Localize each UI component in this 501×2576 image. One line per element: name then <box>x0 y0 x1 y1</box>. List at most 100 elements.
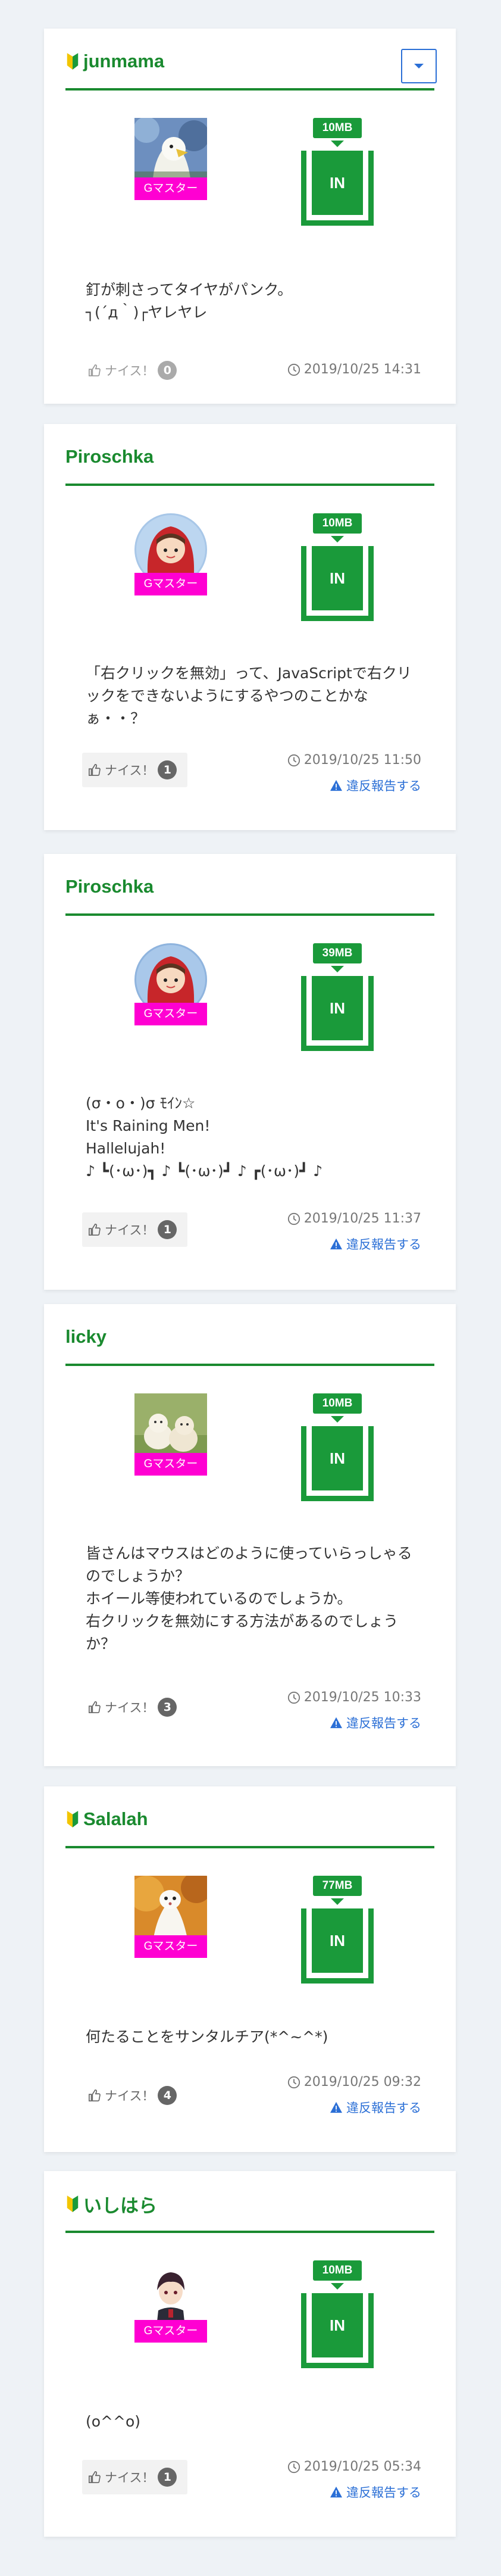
arrow-down-icon <box>331 141 344 147</box>
user-name[interactable]: Piroschka <box>65 876 154 897</box>
post-message: (o^^o) <box>86 2413 140 2430</box>
warning-icon <box>330 2486 342 2498</box>
warning-icon <box>330 779 342 791</box>
user-name[interactable]: いしはら <box>83 2191 157 2218</box>
timestamp: 2019/10/25 14:31 <box>287 362 421 377</box>
avatar[interactable]: Gマスター <box>134 943 207 1025</box>
post-message: 釘が刺さってタイヤがパンク。 ┐(´д｀)┌ヤレヤレ <box>86 281 293 321</box>
nice-button[interactable]: ナイス！ 1 <box>82 2460 188 2494</box>
download-tray-icon: IN <box>301 976 374 1051</box>
nice-label: ナイス！ <box>105 364 155 378</box>
timestamp: 2019/10/25 05:34 <box>287 2459 421 2474</box>
download-tray-icon: IN <box>301 2293 374 2368</box>
nice-count: 0 <box>158 361 177 380</box>
avatar[interactable]: Gマスター <box>134 118 207 200</box>
file-size: 10MB <box>313 2260 362 2281</box>
file-size: 10MB <box>313 513 362 534</box>
user-name[interactable]: junmama <box>83 51 164 72</box>
nice-button[interactable]: ナイス！ 4 <box>82 2078 187 2113</box>
warning-icon <box>330 1238 342 1250</box>
nice-label: ナイス！ <box>105 2089 155 2103</box>
clock-icon <box>287 363 300 376</box>
post-message: 「右クリックを無効」って、JavaScriptで右クリックをできないようにするや… <box>86 665 412 727</box>
download-widget[interactable]: 10MB IN <box>301 2260 374 2368</box>
download-widget[interactable]: 10MB IN <box>301 513 374 621</box>
divider <box>65 484 434 486</box>
report-link[interactable]: 違反報告する <box>330 2483 421 2501</box>
report-label: 違反報告する <box>346 779 421 793</box>
download-widget[interactable]: 10MB IN <box>301 118 374 226</box>
file-size: 10MB <box>313 118 362 138</box>
report-link[interactable]: 違反報告する <box>330 1235 421 1253</box>
warning-icon <box>330 1717 342 1729</box>
post-menu-button[interactable] <box>401 49 437 83</box>
avatar[interactable]: Gマスター <box>134 1393 207 1476</box>
timestamp: 2019/10/25 10:33 <box>287 1690 421 1705</box>
nice-button[interactable]: ナイス！ 0 <box>82 353 187 388</box>
arrow-down-icon <box>331 1898 344 1905</box>
nice-button[interactable]: ナイス！ 1 <box>82 753 188 787</box>
report-label: 違反報告する <box>346 1237 421 1252</box>
post-header: Piroschka <box>65 442 154 472</box>
post-header: junmama <box>65 46 164 76</box>
in-button[interactable]: IN <box>312 1426 363 1490</box>
divider <box>65 1846 434 1848</box>
user-name[interactable]: Piroschka <box>65 446 154 467</box>
post-card: Salalah Gマスター 77MB IN 何たることをサンタルチア(*^~^*… <box>44 1786 456 2152</box>
clock-icon <box>287 754 300 766</box>
download-widget[interactable]: 39MB IN <box>301 943 374 1051</box>
in-button[interactable]: IN <box>312 976 363 1040</box>
arrow-down-icon <box>331 966 344 972</box>
nice-count: 1 <box>158 1220 177 1239</box>
thumbs-up-icon <box>89 364 101 376</box>
nice-label: ナイス！ <box>105 1701 155 1715</box>
in-button[interactable]: IN <box>312 546 363 610</box>
timestamp: 2019/10/25 11:37 <box>287 1211 421 1226</box>
report-link[interactable]: 違反報告する <box>330 2098 421 2116</box>
user-name[interactable]: licky <box>65 1326 107 1348</box>
clock-icon <box>287 1691 300 1704</box>
nice-count: 1 <box>158 760 177 779</box>
file-size: 39MB <box>313 943 362 963</box>
nice-button[interactable]: ナイス！ 1 <box>82 1212 188 1247</box>
divider <box>65 913 434 916</box>
report-link[interactable]: 違反報告する <box>330 1714 421 1732</box>
download-widget[interactable]: 77MB IN <box>301 1876 374 1984</box>
divider <box>65 2231 434 2233</box>
avatar[interactable]: Gマスター <box>134 1876 207 1958</box>
avatar[interactable]: Gマスター <box>134 2260 207 2343</box>
report-label: 違反報告する <box>346 2101 421 2115</box>
report-link[interactable]: 違反報告する <box>330 776 421 794</box>
report-label: 違反報告する <box>346 1716 421 1730</box>
nice-label: ナイス！ <box>105 1223 155 1237</box>
user-name[interactable]: Salalah <box>83 1808 148 1830</box>
post-header: Salalah <box>65 1804 148 1834</box>
file-size: 77MB <box>313 1876 362 1896</box>
nice-count: 1 <box>158 2468 177 2487</box>
g-master-badge: Gマスター <box>134 2320 207 2343</box>
avatar[interactable]: Gマスター <box>134 513 207 595</box>
nice-button[interactable]: ナイス！ 3 <box>82 1690 187 1724</box>
arrow-down-icon <box>331 1416 344 1423</box>
divider <box>65 88 434 91</box>
in-button[interactable]: IN <box>312 1908 363 1973</box>
download-tray-icon: IN <box>301 151 374 226</box>
thumbs-up-icon <box>89 2090 101 2101</box>
caret-down-icon <box>414 64 424 68</box>
thumbs-up-icon <box>89 1701 101 1713</box>
thumbs-up-icon <box>89 1224 101 1236</box>
g-master-badge: Gマスター <box>134 573 207 595</box>
beginner-mark-icon <box>67 53 79 70</box>
clock-icon <box>287 2460 300 2473</box>
beginner-mark-icon <box>67 2195 79 2212</box>
in-button[interactable]: IN <box>312 151 363 215</box>
in-button[interactable]: IN <box>312 2293 363 2357</box>
download-widget[interactable]: 10MB IN <box>301 1393 374 1501</box>
nice-label: ナイス！ <box>105 2471 155 2485</box>
clock-icon <box>287 1212 300 1225</box>
nice-count: 3 <box>158 1698 177 1717</box>
g-master-badge: Gマスター <box>134 177 207 200</box>
timestamp: 2019/10/25 11:50 <box>287 753 421 768</box>
post-header: licky <box>65 1322 107 1352</box>
post-card: Piroschka Gマスター 10MB IN 「右クリックを無効」って、Jav… <box>44 424 456 830</box>
